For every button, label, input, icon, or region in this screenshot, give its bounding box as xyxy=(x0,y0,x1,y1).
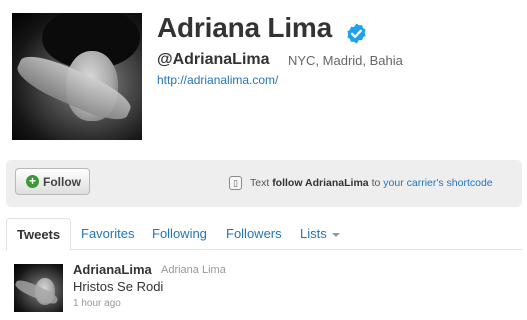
tweet-avatar[interactable] xyxy=(14,264,63,312)
tab-following[interactable]: Following xyxy=(142,218,217,250)
carrier-shortcode-link[interactable]: your carrier's shortcode xyxy=(383,177,492,189)
follow-bar: + Follow ▯ Text follow AdrianaLima to yo… xyxy=(6,160,522,207)
profile-tabs: Tweets Favorites Following Followers Lis… xyxy=(6,218,522,251)
caret-down-icon xyxy=(331,232,340,237)
tweet-item: AdrianaLima Adriana Lima Hristos Se Rodi… xyxy=(6,258,522,320)
plus-icon: + xyxy=(26,175,39,188)
tweet-full-name: Adriana Lima xyxy=(161,264,226,276)
tweet-screen-name[interactable]: AdrianaLima xyxy=(73,262,152,277)
tab-lists-label: Lists xyxy=(300,226,327,241)
sms-middle: to xyxy=(371,177,381,189)
sms-prefix: Text xyxy=(250,177,270,189)
follow-button[interactable]: + Follow xyxy=(15,168,90,195)
tab-lists[interactable]: Lists xyxy=(290,218,350,250)
profile-full-name: Adriana Lima xyxy=(157,12,332,43)
tab-followers[interactable]: Followers xyxy=(216,218,292,250)
tweet-text: Hristos Se Rodi xyxy=(73,279,164,294)
tab-tweets[interactable]: Tweets xyxy=(6,218,72,251)
profile-screen-name: @AdrianaLima xyxy=(157,51,270,68)
verified-badge-icon xyxy=(347,23,366,44)
follow-button-label: Follow xyxy=(43,175,81,189)
sms-follow-text: Text follow AdrianaLima to your carrier'… xyxy=(250,177,493,189)
profile-avatar[interactable] xyxy=(12,13,142,140)
phone-icon: ▯ xyxy=(229,176,242,190)
profile-location: NYC, Madrid, Bahia xyxy=(288,53,403,68)
tweet-timestamp[interactable]: 1 hour ago xyxy=(73,298,121,309)
tab-favorites[interactable]: Favorites xyxy=(71,218,144,250)
sms-command: follow AdrianaLima xyxy=(272,177,369,189)
profile-website-link[interactable]: http://adrianalima.com/ xyxy=(157,73,278,87)
